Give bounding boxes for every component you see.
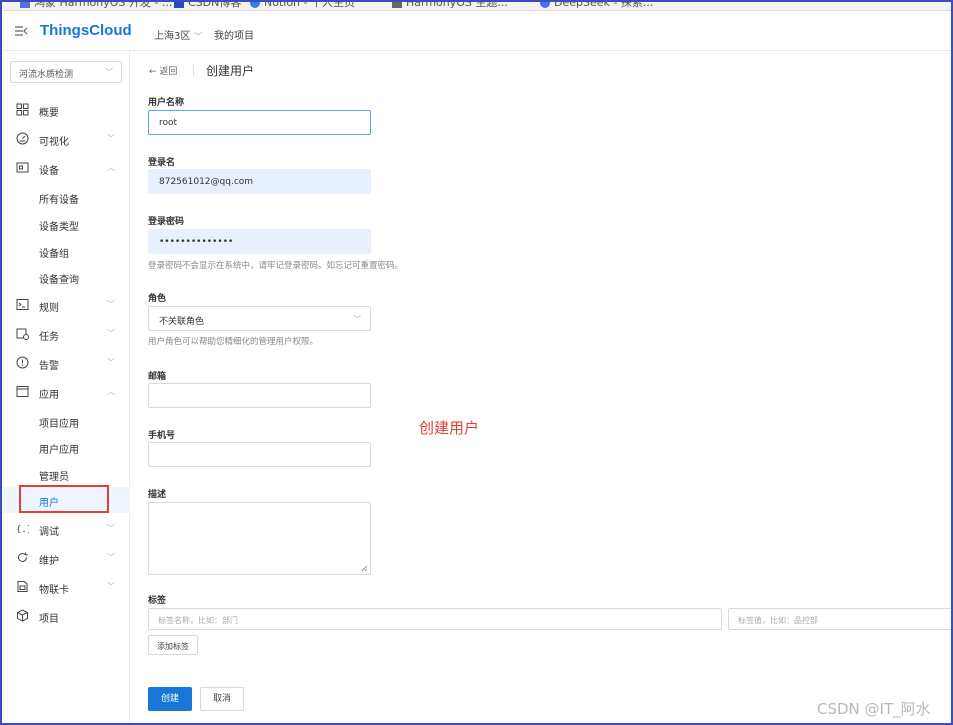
role-select[interactable]: 不关联角色 ﹀	[148, 306, 371, 331]
alert-icon	[16, 356, 29, 369]
chevron-down-icon: ﹀	[107, 134, 115, 143]
username-label: 用户名称	[148, 98, 185, 108]
task-icon	[16, 328, 29, 340]
sidebar-item-alerts[interactable]: 告警 ﹀	[0, 350, 130, 376]
sidebar-item-visualization[interactable]: 可视化 ﹀	[0, 126, 130, 152]
sidebar: 河流水质检测 ﹀ 概要 可视化 ﹀ 设备 ︿ 所有设备 设备类型 设备组 设备查…	[0, 51, 130, 725]
terminal-icon	[16, 299, 29, 310]
role-hint: 用户角色可以帮助您精细化的管理用户权限。	[148, 337, 319, 347]
bookmark-item[interactable]: HarmonyOS 主题...	[392, 0, 508, 10]
sidebar-sub-project-apps[interactable]: 项目应用	[0, 408, 130, 434]
chevron-up-icon: ︿	[107, 163, 115, 172]
gauge-icon	[16, 132, 29, 145]
page-title: 创建用户	[206, 64, 255, 78]
chevron-down-icon: ﹀	[107, 524, 115, 533]
sidebar-sub-device-query[interactable]: 设备查询	[0, 264, 130, 290]
project-select[interactable]: 河流水质检测 ﹀	[10, 61, 122, 83]
sidebar-item-rules[interactable]: 规则 ﹀	[0, 292, 130, 318]
back-link[interactable]: ← 返回	[149, 64, 177, 77]
sidebar-item-tasks[interactable]: 任务 ﹀	[0, 321, 130, 347]
cube-icon	[17, 609, 28, 622]
chevron-down-icon: ﹀	[194, 32, 203, 41]
device-icon	[16, 162, 29, 173]
description-label: 描述	[148, 490, 167, 500]
tags-label: 标签	[148, 596, 167, 606]
dashboard-icon	[16, 103, 29, 116]
bookmark-item[interactable]: DeepSeek - 探索...	[540, 0, 653, 10]
chevron-down-icon: ﹀	[107, 358, 115, 367]
region-select[interactable]: 上海3区 ﹀	[154, 27, 202, 42]
email-input[interactable]	[148, 383, 371, 408]
chevron-down-icon: ﹀	[107, 300, 115, 309]
login-name-label: 登录名	[148, 158, 176, 168]
bookmark-item[interactable]: 鸿蒙 HarmonyOS 开发 - ...	[20, 0, 172, 10]
window-icon	[16, 386, 29, 397]
sidebar-item-simcard[interactable]: 物联卡 ﹀	[0, 574, 130, 600]
chevron-down-icon: ﹀	[105, 68, 113, 77]
create-button[interactable]: 创建	[148, 687, 192, 711]
sidebar-item-apps[interactable]: 应用 ︿	[0, 379, 130, 405]
refresh-icon	[18, 552, 28, 562]
main-content: ← 返回 创建用户 用户名称 root 登录名 872561012@qq.com…	[131, 51, 953, 725]
sidebar-item-devices[interactable]: 设备 ︿	[0, 155, 130, 181]
sidebar-sub-admins[interactable]: 管理员	[0, 461, 130, 487]
chevron-down-icon: ﹀	[107, 553, 115, 562]
password-input[interactable]: ••••••••••••••	[148, 229, 371, 254]
tag-name-input[interactable]: 标签名称，比如：部门	[148, 608, 722, 630]
tag-value-input[interactable]: 标签值，比如：品控部	[728, 608, 953, 630]
cancel-button[interactable]: 取消	[200, 687, 244, 711]
username-input[interactable]: root	[148, 110, 371, 135]
chevron-down-icon: ﹀	[353, 315, 361, 324]
menu-collapse-icon[interactable]	[14, 24, 28, 38]
simcard-icon	[17, 581, 28, 592]
annotation-text: 创建用户	[419, 419, 480, 437]
chevron-down-icon: ﹀	[107, 582, 115, 591]
sidebar-item-debug[interactable]: {.} 调试 ﹀	[0, 516, 130, 542]
sidebar-sub-user-apps[interactable]: 用户应用	[0, 434, 130, 460]
svg-text:{.}: {.}	[16, 525, 29, 535]
bookmark-item[interactable]: CSDN博客	[174, 0, 241, 10]
divider	[193, 64, 194, 76]
braces-icon: {.}	[16, 525, 29, 535]
sidebar-sub-device-groups[interactable]: 设备组	[0, 238, 130, 264]
my-projects-link[interactable]: 我的项目	[214, 27, 254, 42]
chevron-up-icon: ︿	[107, 387, 115, 396]
login-name-input[interactable]: 872561012@qq.com	[148, 169, 371, 194]
highlight-box	[19, 485, 109, 513]
brand-logo[interactable]: ThingsCloud	[40, 22, 132, 39]
add-tag-button[interactable]: 添加标签	[148, 635, 198, 655]
sidebar-item-project[interactable]: 项目	[0, 603, 130, 629]
phone-input[interactable]	[148, 442, 371, 467]
bookmark-item[interactable]: Notion - 个人主页	[250, 0, 355, 10]
email-label: 邮箱	[148, 372, 167, 382]
role-label: 角色	[148, 294, 167, 304]
description-textarea[interactable]	[148, 502, 371, 575]
sidebar-sub-all-devices[interactable]: 所有设备	[0, 184, 130, 210]
watermark: CSDN @IT_阿水	[817, 700, 931, 718]
sidebar-item-maintenance[interactable]: 维护 ﹀	[0, 545, 130, 571]
resize-grip-icon[interactable]	[361, 565, 368, 572]
chevron-down-icon: ﹀	[107, 329, 115, 338]
password-label: 登录密码	[148, 217, 185, 227]
password-hint: 登录密码不会显示在系统中，请牢记登录密码。如忘记可重置密码。	[148, 261, 404, 271]
top-bar: ThingsCloud 上海3区 ﹀ 我的项目	[0, 11, 953, 51]
sidebar-sub-device-types[interactable]: 设备类型	[0, 211, 130, 237]
sidebar-item-overview[interactable]: 概要	[0, 97, 130, 123]
phone-label: 手机号	[148, 431, 176, 441]
bookmarks-bar: 鸿蒙 HarmonyOS 开发 - ... CSDN博客 Notion - 个人…	[0, 0, 953, 11]
